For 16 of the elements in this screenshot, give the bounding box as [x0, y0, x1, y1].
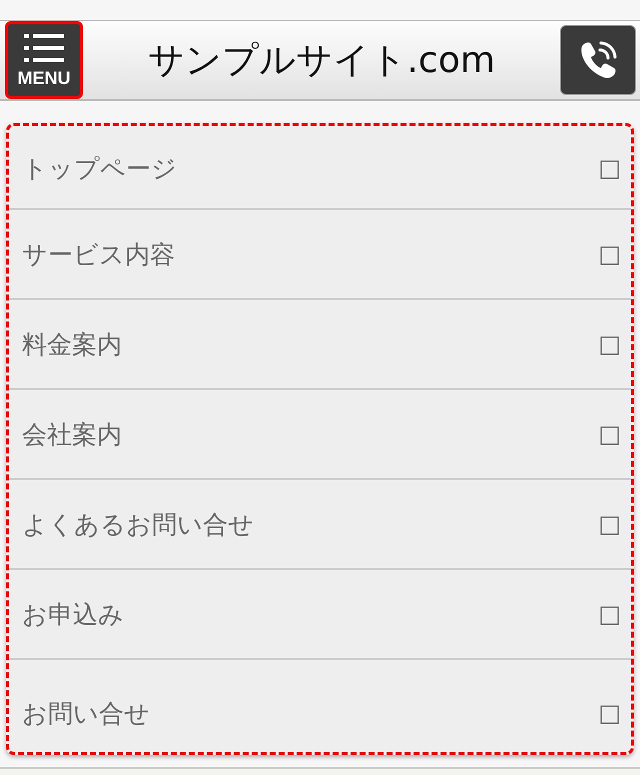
- square-icon: □: [598, 510, 621, 538]
- menu-item[interactable]: サービス内容 □: [9, 208, 631, 298]
- menu-item[interactable]: 料金案内 □: [9, 298, 631, 388]
- square-icon: □: [598, 699, 621, 727]
- menu-button[interactable]: MENU: [5, 21, 83, 99]
- square-icon: □: [598, 600, 621, 628]
- menu-item[interactable]: 会社案内 □: [9, 388, 631, 478]
- square-icon: □: [598, 240, 621, 268]
- menu-item[interactable]: よくあるお問い合せ □: [9, 478, 631, 568]
- menu-item[interactable]: トップページ □: [9, 126, 631, 208]
- square-icon: □: [598, 330, 621, 358]
- site-title: サンプルサイト.com: [148, 38, 496, 82]
- square-icon: □: [598, 154, 621, 182]
- square-icon: □: [598, 420, 621, 448]
- menu-item[interactable]: お問い合せ □: [9, 658, 631, 752]
- menu-item[interactable]: お申込み □: [9, 568, 631, 658]
